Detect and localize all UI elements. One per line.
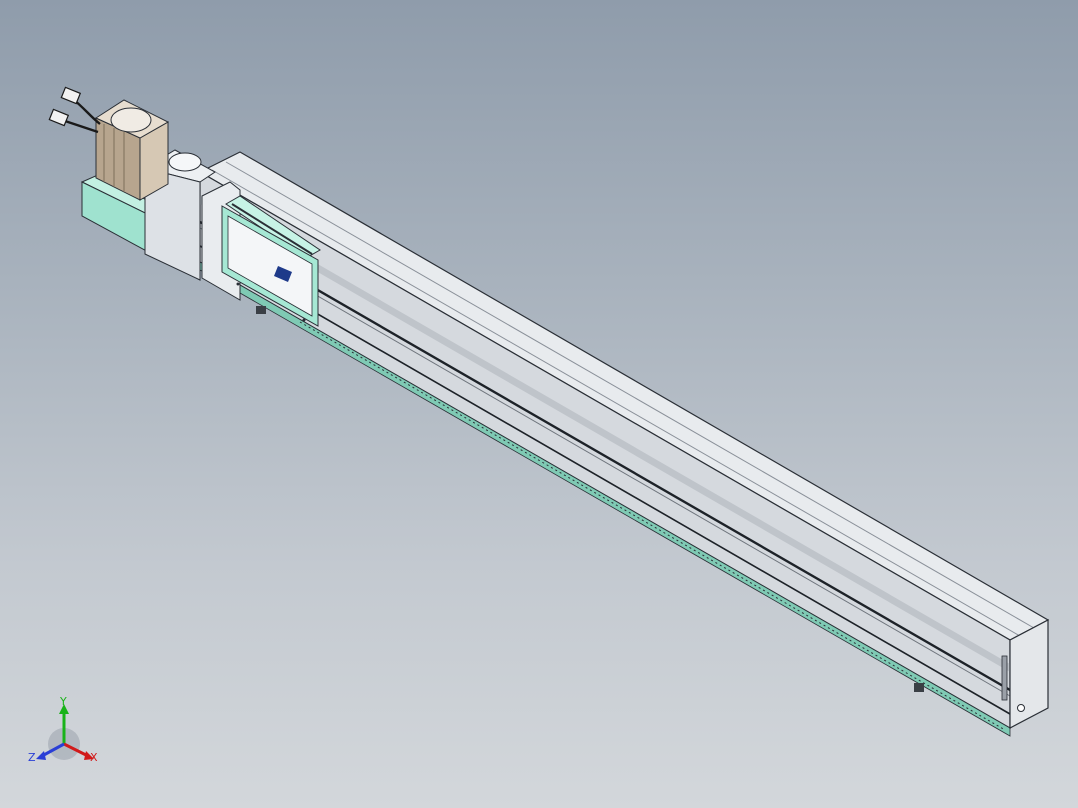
triad-x-label: X — [90, 751, 98, 764]
carriage-screw — [302, 318, 306, 322]
cad-viewport[interactable]: Y X Z — [0, 0, 1078, 808]
motor-cable — [73, 99, 101, 125]
rail-front-band — [200, 196, 1010, 672]
carriage-bottom-tab — [256, 306, 266, 314]
rail-top-groove — [225, 161, 1035, 629]
rail-end-cap-slot — [1001, 655, 1008, 701]
rail-profile[interactable] — [198, 151, 1050, 737]
cable-connector — [48, 108, 70, 127]
rail-top-face — [198, 151, 1050, 641]
rail-slot-line — [199, 220, 1011, 692]
orientation-triad[interactable]: Y X Z — [26, 694, 106, 768]
triad-z-arrow — [36, 751, 46, 760]
rail-top-groove — [211, 169, 1021, 637]
motor-end-cap — [110, 107, 152, 133]
motor-cable — [61, 118, 99, 134]
coupling-flange — [168, 152, 202, 172]
rail-slot-line — [199, 227, 1011, 697]
rail-bottom-rack — [199, 261, 1011, 737]
rail-sensor-clip — [914, 683, 924, 692]
triad-y-label: Y — [60, 695, 67, 708]
carriage-screw — [236, 282, 240, 286]
linear-actuator-model[interactable] — [0, 0, 1078, 808]
triad-z-label: Z — [28, 751, 36, 764]
cable-connector — [60, 86, 82, 105]
rail-end-cap-hole — [1017, 704, 1025, 712]
rail-slot-line — [199, 245, 1011, 715]
stepper-motor[interactable] — [48, 86, 170, 201]
